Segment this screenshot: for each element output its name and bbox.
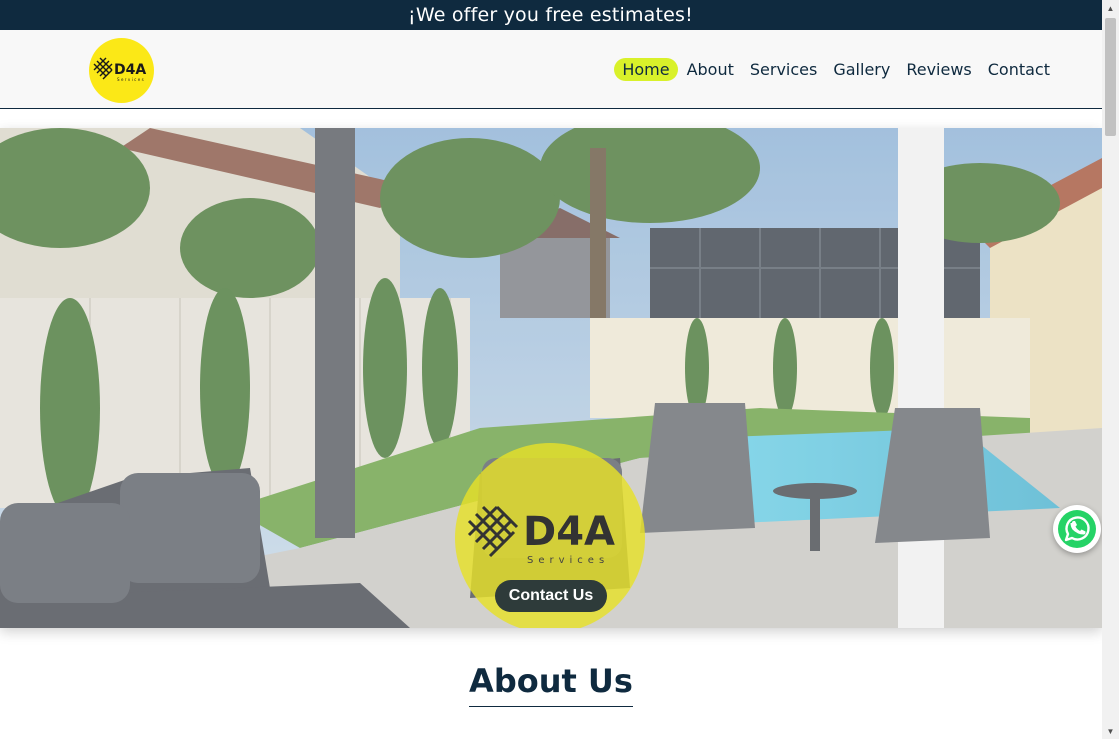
scroll-up-arrow-icon[interactable]: ▲: [1102, 0, 1119, 16]
nav-home[interactable]: Home: [614, 58, 678, 81]
logo-subtext: Services: [117, 77, 145, 82]
main-nav: Home About Services Gallery Reviews Cont…: [614, 58, 1050, 81]
whatsapp-button[interactable]: [1053, 505, 1101, 553]
d4a-badge-logo-icon: D4A Services: [467, 505, 615, 565]
about-title: About Us: [469, 662, 633, 707]
whatsapp-icon: [1058, 510, 1096, 548]
nav-gallery[interactable]: Gallery: [833, 58, 890, 81]
page-scrollbar[interactable]: ▲ ▼: [1102, 0, 1119, 739]
promo-banner: ¡We offer you free estimates!: [0, 0, 1119, 30]
nav-reviews[interactable]: Reviews: [906, 58, 971, 81]
hero-badge: D4A Services Contact Us: [455, 443, 645, 628]
contact-us-button[interactable]: Contact Us: [495, 580, 607, 612]
scroll-thumb[interactable]: [1105, 18, 1116, 136]
nav-contact[interactable]: Contact: [988, 58, 1050, 81]
about-section-heading: About Us: [0, 662, 1102, 707]
nav-services[interactable]: Services: [750, 58, 817, 81]
hero-banner: D4A Services Contact Us: [0, 128, 1102, 628]
nav-about[interactable]: About: [687, 58, 734, 81]
site-logo[interactable]: D4A Services: [89, 38, 154, 103]
d4a-weave-logo-icon: D4A Services: [93, 57, 146, 82]
logo-text: D4A: [114, 62, 146, 78]
site-header: D4A Services Home About Services Gallery…: [0, 30, 1102, 109]
badge-logo-subtext: Services: [527, 555, 609, 565]
scroll-down-arrow-icon[interactable]: ▼: [1102, 723, 1119, 739]
promo-text: ¡We offer you free estimates!: [408, 4, 693, 26]
badge-logo-text: D4A: [523, 509, 615, 555]
